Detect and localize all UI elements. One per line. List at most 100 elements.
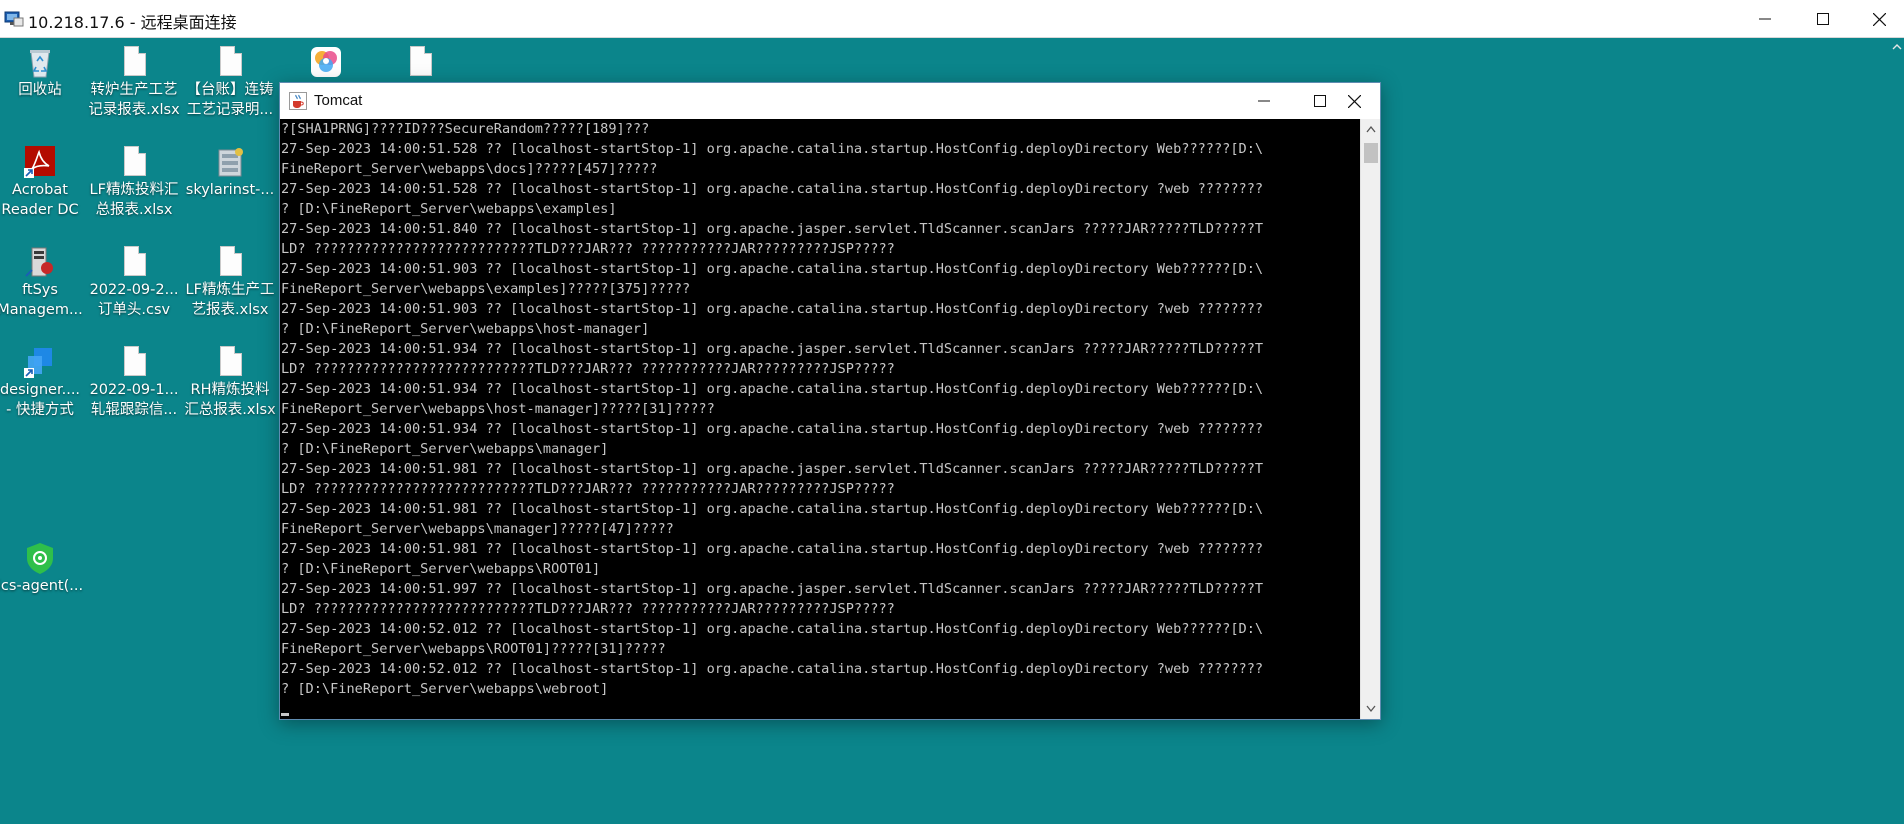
console-line: 27-Sep-2023 14:00:51.981 ?? [localhost-s…: [281, 541, 1264, 557]
remote-desktop-icon: [4, 11, 24, 27]
ics-agent-label: ics-agent(...: [0, 578, 84, 594]
console-line: ? [D:\FineReport_Server\webapps\ROOT01]: [281, 561, 601, 577]
console-line: 27-Sep-2023 14:00:51.997 ?? [localhost-s…: [281, 581, 1264, 597]
lf-production-label: LF精炼生产工 艺报表.xlsx: [185, 282, 275, 318]
console-line: 27-Sep-2023 14:00:51.934 ?? [localhost-s…: [281, 381, 1264, 397]
desktop-icon-skylarinst[interactable]: skylarinst-...: [182, 144, 278, 200]
chevron-up-icon: [1366, 125, 1376, 133]
console-line: ?[SHA1PRNG]????ID???SecureRandom?????[18…: [281, 121, 650, 137]
console-line: LD? ???????????????????????????TLD???JAR…: [281, 241, 895, 257]
console-line: ? [D:\FineReport_Server\webapps\webroot]: [281, 681, 609, 697]
ftsys-label: ftSys Managem...: [0, 282, 83, 318]
console-line: ? [D:\FineReport_Server\webapps\manager]: [281, 441, 609, 457]
console-line: FineReport_Server\webapps\manager]?????[…: [281, 521, 674, 537]
console-line: 27-Sep-2023 14:00:51.934 ?? [localhost-s…: [281, 421, 1264, 437]
rdp-window-title: 10.218.17.6 - 远程桌面连接: [28, 13, 237, 32]
desktop-icon-color-app[interactable]: [278, 44, 374, 80]
minimize-icon: [1759, 18, 1771, 20]
recycle-bin-label: 回收站: [18, 82, 62, 98]
recycle-bin-icon: [30, 50, 50, 78]
document-icon: [410, 46, 432, 76]
document-icon: [220, 46, 242, 76]
rdp-title-bar: 10.218.17.6 - 远程桌面连接: [0, 0, 1904, 38]
designer-label: designer.... - 快捷方式: [0, 382, 81, 418]
console-line: LD? ???????????????????????????TLD???JAR…: [281, 481, 895, 497]
console-line: ? [D:\FineReport_Server\webapps\host-man…: [281, 321, 650, 337]
tomcat-close-button[interactable]: [1328, 83, 1380, 119]
skylarinst-label: skylarinst-...: [185, 182, 275, 198]
java-cup-icon: [289, 92, 307, 110]
console-line: FineReport_Server\webapps\host-manager]?…: [281, 401, 715, 417]
converter-process-label: 转炉生产工艺 记录报表.xlsx: [88, 82, 180, 118]
chevron-down-icon: [1366, 705, 1376, 713]
desktop-icon-converter-process[interactable]: 转炉生产工艺 记录报表.xlsx: [86, 44, 182, 120]
close-icon: [1872, 12, 1886, 26]
scroll-up-button[interactable]: [1361, 119, 1381, 139]
console-line: 27-Sep-2023 14:00:51.981 ?? [localhost-s…: [281, 501, 1264, 517]
console-line: 27-Sep-2023 14:00:51.903 ?? [localhost-s…: [281, 261, 1264, 277]
rdp-minimize-button[interactable]: [1742, 0, 1788, 38]
maximize-icon: [1817, 13, 1829, 25]
console-line: FineReport_Server\webapps\examples]?????…: [281, 281, 691, 297]
console-line: 27-Sep-2023 14:00:52.012 ?? [localhost-s…: [281, 661, 1264, 677]
document-icon: [124, 146, 146, 176]
console-line: 27-Sep-2023 14:00:51.981 ?? [localhost-s…: [281, 461, 1264, 477]
tomcat-window[interactable]: Tomcat ?[SHA1PRNG]????ID???SecureRandom?…: [279, 82, 1381, 720]
order-head-label: 2022-09-2... 订单头.csv: [89, 282, 179, 318]
document-icon: [220, 346, 242, 376]
maximize-icon: [1314, 95, 1326, 107]
document-icon: [220, 246, 242, 276]
close-icon: [1347, 94, 1361, 108]
console-line: 27-Sep-2023 14:00:51.528 ?? [localhost-s…: [281, 141, 1264, 157]
desktop-icon-ics-agent[interactable]: ics-agent(...: [0, 540, 88, 596]
tomcat-minimize-button[interactable]: [1238, 83, 1290, 119]
console-line: FineReport_Server\webapps\ROOT01]?????[3…: [281, 641, 666, 657]
roll-tracking-label: 2022-09-1... 轧辊跟踪信...: [89, 382, 179, 418]
desktop-icon-roll-tracking[interactable]: 2022-09-1... 轧辊跟踪信...: [86, 344, 182, 420]
console-cursor: [281, 713, 289, 716]
shield-icon: [27, 543, 53, 574]
ledger-casting-label: 【台账】连铸 工艺记录明...: [186, 82, 274, 118]
scroll-thumb[interactable]: [1364, 143, 1378, 163]
desktop-icon-order-head[interactable]: 2022-09-2... 订单头.csv: [86, 244, 182, 320]
desktop-icon-rh-refining[interactable]: RH精炼投料 汇总报表.xlsx: [182, 344, 278, 420]
lf-refining-summary-label: LF精炼投料汇 总报表.xlsx: [89, 182, 179, 218]
document-icon: [124, 346, 146, 376]
console-line: 27-Sep-2023 14:00:51.528 ?? [localhost-s…: [281, 181, 1264, 197]
console-scrollbar[interactable]: [1360, 119, 1380, 719]
desktop-icon-blank-doc[interactable]: [372, 44, 468, 80]
rh-refining-label: RH精炼投料 汇总报表.xlsx: [184, 382, 276, 418]
console-line: FineReport_Server\webapps\docs]?????[457…: [281, 161, 658, 177]
console-line: 27-Sep-2023 14:00:52.012 ?? [localhost-s…: [281, 621, 1264, 637]
acrobat-icon: [24, 146, 55, 178]
document-icon: [124, 246, 146, 276]
tomcat-window-title: Tomcat: [314, 92, 363, 109]
tomcat-title-bar[interactable]: Tomcat: [280, 83, 1380, 119]
console-line: 27-Sep-2023 14:00:51.934 ?? [localhost-s…: [281, 341, 1264, 357]
chevron-up-icon: [1892, 44, 1902, 50]
desktop-icon-ledger-casting[interactable]: 【台账】连铸 工艺记录明...: [182, 44, 278, 120]
rdp-close-button[interactable]: [1856, 0, 1902, 38]
remote-scroll-edge[interactable]: [1890, 38, 1904, 824]
console-line: 27-Sep-2023 14:00:51.840 ?? [localhost-s…: [281, 221, 1264, 237]
console-line: ? [D:\FineReport_Server\webapps\examples…: [281, 201, 617, 217]
rdp-maximize-button[interactable]: [1800, 0, 1846, 38]
color-wheel-icon: [311, 47, 341, 77]
minimize-icon: [1258, 100, 1270, 102]
scroll-down-button[interactable]: [1361, 699, 1381, 719]
designer-icon: [24, 348, 52, 378]
console-line: LD? ???????????????????????????TLD???JAR…: [281, 361, 895, 377]
console-output[interactable]: ?[SHA1PRNG]????ID???SecureRandom?????[18…: [280, 119, 1360, 719]
acrobat-label: Acrobat Reader DC: [1, 182, 79, 218]
desktop-icon-lf-refining-summary[interactable]: LF精炼投料汇 总报表.xlsx: [86, 144, 182, 220]
document-icon: [124, 46, 146, 76]
desktop-icon-acrobat[interactable]: Acrobat Reader DC: [0, 144, 88, 220]
console-line: LD? ???????????????????????????TLD???JAR…: [281, 601, 895, 617]
ftsys-icon: [25, 247, 53, 277]
desktop-icon-recycle-bin[interactable]: 回收站: [0, 44, 88, 100]
desktop-icon-lf-production[interactable]: LF精炼生产工 艺报表.xlsx: [182, 244, 278, 320]
desktop-icon-designer[interactable]: designer.... - 快捷方式: [0, 344, 88, 420]
console-line: 27-Sep-2023 14:00:51.903 ?? [localhost-s…: [281, 301, 1264, 317]
desktop-icon-ftsys[interactable]: ftSys Managem...: [0, 244, 88, 320]
installer-icon: [218, 148, 243, 177]
